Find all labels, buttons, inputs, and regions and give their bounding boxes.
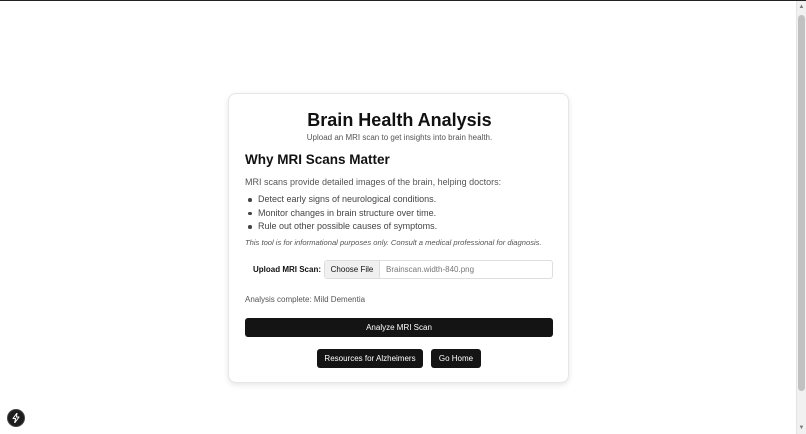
analyze-button[interactable]: Analyze MRI Scan bbox=[245, 318, 553, 337]
analysis-status: Analysis complete: Mild Dementia bbox=[245, 295, 366, 304]
list-item: Rule out other possible causes of sympto… bbox=[245, 220, 437, 234]
upload-label: Upload MRI Scan: bbox=[253, 265, 322, 274]
resources-button[interactable]: Resources for Alzheimers bbox=[317, 349, 423, 368]
list-item: Monitor changes in brain structure over … bbox=[245, 207, 437, 221]
intro-text: MRI scans provide detailed images of the… bbox=[245, 177, 502, 187]
lightning-icon bbox=[12, 413, 20, 423]
scroll-down-icon[interactable]: ▼ bbox=[797, 422, 806, 434]
scrollbar[interactable]: ▲ ▼ bbox=[796, 1, 806, 434]
page-title: Brain Health Analysis bbox=[307, 110, 492, 130]
section-heading: Why MRI Scans Matter bbox=[245, 152, 390, 167]
dev-tools-button[interactable] bbox=[8, 410, 24, 426]
scroll-up-icon[interactable]: ▲ bbox=[797, 1, 806, 13]
selected-file-name: Brainscan.width-840.png bbox=[386, 265, 475, 274]
scrollbar-thumb[interactable] bbox=[798, 15, 805, 391]
list-item: Detect early signs of neurological condi… bbox=[245, 193, 437, 207]
go-home-button[interactable]: Go Home bbox=[431, 349, 481, 368]
page-subtitle: Upload an MRI scan to get insights into … bbox=[306, 133, 493, 142]
choose-file-button[interactable]: Choose File bbox=[325, 261, 380, 278]
disclaimer-text: This tool is for informational purposes … bbox=[245, 238, 542, 247]
file-input[interactable]: Choose File Brainscan.width-840.png bbox=[324, 260, 553, 279]
benefits-list: Detect early signs of neurological condi… bbox=[245, 193, 437, 234]
analysis-card: Brain Health Analysis Upload an MRI scan… bbox=[228, 93, 569, 383]
browser-top-border bbox=[0, 0, 806, 1]
